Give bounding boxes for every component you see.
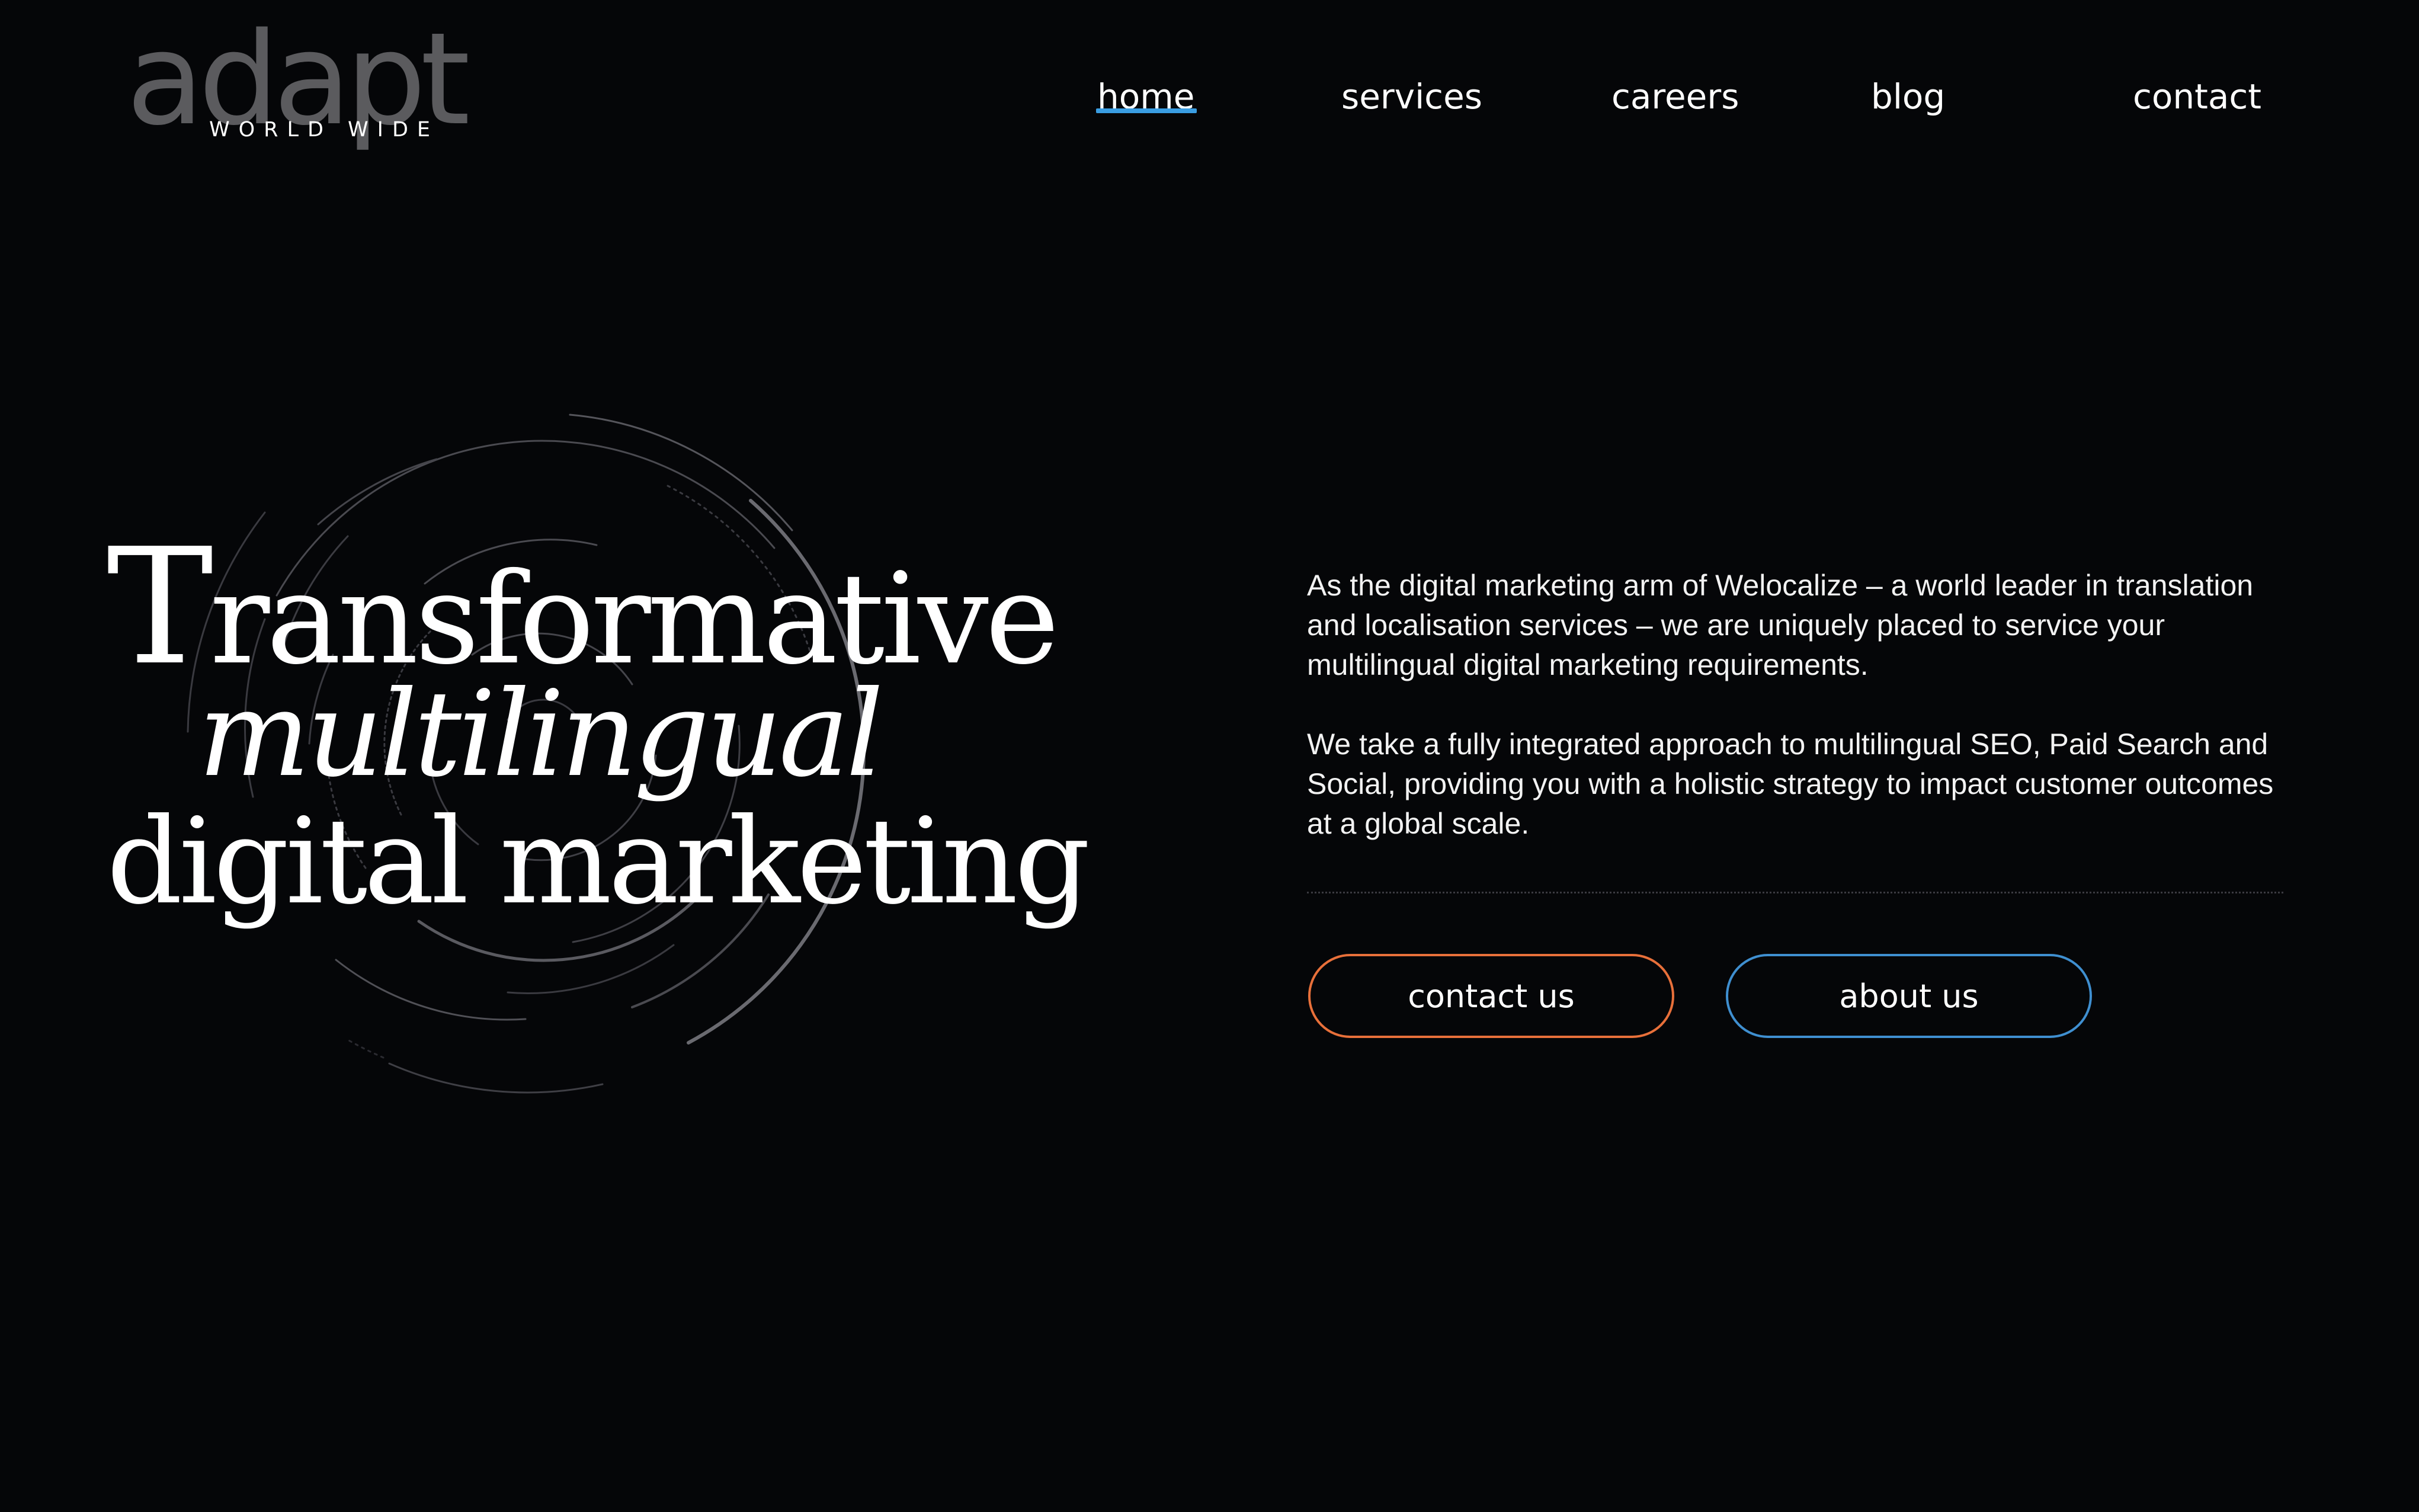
contact-us-button[interactable]: contact us [1308,954,1674,1038]
hero-line-1: Transformative [107,527,1059,687]
intro-paragraph-2: We take a fully integrated approach to m… [1307,728,2274,840]
intro-copy: As the digital marketing arm of Welocali… [1307,566,2290,844]
intro-paragraph-1: As the digital marketing arm of Welocali… [1307,569,2254,681]
page: adapt WORLD WIDE home services careers b… [0,0,2419,1512]
nav-item-services[interactable]: services [1341,70,1482,123]
hero-line-3: digital marketing [107,793,1090,931]
nav-item-careers[interactable]: careers [1611,70,1739,123]
hero-line-2: multilingual [198,665,884,803]
section-divider [1307,892,2283,893]
hero-line-1-cap: T [107,514,213,700]
nav-item-blog[interactable]: blog [1871,70,1945,123]
nav-item-home[interactable]: home [1097,70,1194,123]
main-nav: home services careers blog contact [0,70,2419,123]
about-us-button[interactable]: about us [1726,954,2092,1038]
nav-active-indicator [1096,108,1197,113]
hero-headline: Transformative multilingual digital mark… [107,527,1090,945]
nav-item-contact[interactable]: contact [2133,70,2261,123]
